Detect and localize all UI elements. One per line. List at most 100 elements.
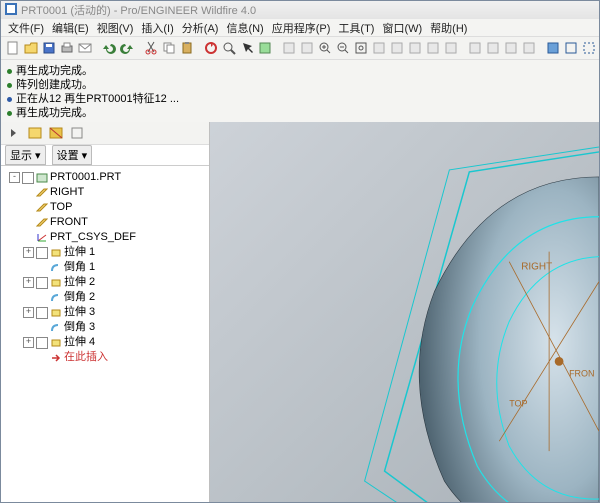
- menu-edit[interactable]: 编辑(E): [49, 20, 92, 36]
- tree-label: 在此插入: [64, 350, 108, 365]
- bullet-icon: [7, 83, 12, 88]
- menu-info[interactable]: 信息(N): [223, 20, 266, 36]
- message-line: 正在从12 再生PRT0001特征12 ...: [7, 92, 593, 106]
- window4-icon[interactable]: [521, 39, 537, 57]
- zoom-all-icon[interactable]: [353, 39, 369, 57]
- tree-node[interactable]: 在此插入: [3, 350, 207, 365]
- open-icon[interactable]: [23, 39, 39, 57]
- message-line: 阵列创建成功。: [7, 78, 593, 92]
- view-mgr-icon[interactable]: [443, 39, 459, 57]
- tree-show-icon[interactable]: [26, 124, 44, 142]
- shade-icon[interactable]: [545, 39, 561, 57]
- datum-label-front: FRON: [569, 368, 594, 378]
- spin-icon[interactable]: [371, 39, 387, 57]
- plane-icon: [36, 218, 48, 228]
- tree-label: FRONT: [50, 215, 88, 230]
- plane-icon: [36, 203, 48, 213]
- expander-icon[interactable]: +: [23, 277, 34, 288]
- menu-tool[interactable]: 工具(T): [335, 20, 377, 36]
- checkbox[interactable]: [22, 172, 34, 184]
- tree-node[interactable]: 倒角 1: [3, 260, 207, 275]
- tree-node[interactable]: +拉伸 4: [3, 335, 207, 350]
- menu-window[interactable]: 窗口(W): [379, 20, 425, 36]
- window-title: PRT0001 (活动的) - Pro/ENGINEER Wildfire 4.…: [21, 2, 256, 18]
- zoom-in-icon[interactable]: [317, 39, 333, 57]
- undo-icon[interactable]: [101, 39, 117, 57]
- tree-node[interactable]: FRONT: [3, 215, 207, 230]
- mail-icon[interactable]: [77, 39, 93, 57]
- tree-node[interactable]: + 拉伸 3: [3, 305, 207, 320]
- message-text: 再生成功完成。: [16, 64, 93, 78]
- expander-icon[interactable]: +: [23, 307, 34, 318]
- tree-label: TOP: [50, 200, 72, 215]
- copy-icon[interactable]: [161, 39, 177, 57]
- tree-node[interactable]: 倒角 2: [3, 290, 207, 305]
- pan-icon[interactable]: [389, 39, 405, 57]
- menu-analyze[interactable]: 分析(A): [179, 20, 222, 36]
- tree-node[interactable]: + 拉伸 1: [3, 245, 207, 260]
- select-icon[interactable]: [239, 39, 255, 57]
- tab-settings[interactable]: 设置 ▾: [52, 145, 93, 165]
- window3-icon[interactable]: [503, 39, 519, 57]
- zoom-out-icon[interactable]: [335, 39, 351, 57]
- expander-icon[interactable]: +: [23, 337, 34, 348]
- menu-help[interactable]: 帮助(H): [427, 20, 470, 36]
- tree-hide-icon[interactable]: [47, 124, 65, 142]
- window1-icon[interactable]: [467, 39, 483, 57]
- bullet-icon: [7, 97, 12, 102]
- measure-icon[interactable]: [299, 39, 315, 57]
- tree-label: 倒角 1: [64, 260, 95, 275]
- cut-icon[interactable]: [143, 39, 159, 57]
- tree-label: PRT_CSYS_DEF: [50, 230, 136, 245]
- checkbox[interactable]: [36, 247, 48, 259]
- regen-icon[interactable]: [203, 39, 219, 57]
- insert-icon: [50, 353, 62, 363]
- tree-node[interactable]: -PRT0001.PRT: [3, 170, 207, 185]
- checkbox[interactable]: [36, 307, 48, 319]
- expander-icon[interactable]: +: [23, 247, 34, 258]
- tree-node[interactable]: TOP: [3, 200, 207, 215]
- wireframe-icon[interactable]: [563, 39, 579, 57]
- menu-app[interactable]: 应用程序(P): [269, 20, 334, 36]
- layer-icon[interactable]: [425, 39, 441, 57]
- saved-view-icon[interactable]: [407, 39, 423, 57]
- expander-icon[interactable]: -: [9, 172, 20, 183]
- bullet-icon: [7, 69, 12, 74]
- message-text: 再生成功完成。: [16, 106, 93, 120]
- tree-label: 拉伸 1: [64, 245, 95, 260]
- refit-icon[interactable]: [281, 39, 297, 57]
- find-icon[interactable]: [221, 39, 237, 57]
- feat-icon: [50, 308, 62, 318]
- paste-icon[interactable]: [179, 39, 195, 57]
- filter-icon[interactable]: [257, 39, 273, 57]
- message-text: 正在从12 再生PRT0001特征12 ...: [16, 92, 179, 106]
- graphics-viewport[interactable]: RIGHT FRON TOP: [210, 122, 599, 502]
- tree-collapse-icon[interactable]: [5, 124, 23, 142]
- save-icon[interactable]: [41, 39, 57, 57]
- sidebar-toolbar: [1, 122, 209, 145]
- app-icon: [5, 3, 17, 18]
- hidden-icon[interactable]: [581, 39, 597, 57]
- print-icon[interactable]: [59, 39, 75, 57]
- checkbox[interactable]: [36, 277, 48, 289]
- plane-icon: [36, 188, 48, 198]
- tree-node[interactable]: RIGHT: [3, 185, 207, 200]
- redo-icon[interactable]: [119, 39, 135, 57]
- tree-label: 拉伸 3: [64, 305, 95, 320]
- tree-settings-icon[interactable]: [68, 124, 86, 142]
- window2-icon[interactable]: [485, 39, 501, 57]
- tree-node[interactable]: PRT_CSYS_DEF: [3, 230, 207, 245]
- tree-label: 倒角 3: [64, 320, 95, 335]
- tree-node[interactable]: +拉伸 2: [3, 275, 207, 290]
- menu-insert[interactable]: 插入(I): [138, 20, 176, 36]
- feat-icon: [50, 248, 62, 258]
- tab-show[interactable]: 显示 ▾: [5, 145, 46, 165]
- checkbox[interactable]: [36, 337, 48, 349]
- menu-view[interactable]: 视图(V): [94, 20, 137, 36]
- tree-node[interactable]: 倒角 3: [3, 320, 207, 335]
- model-tree[interactable]: -PRT0001.PRTRIGHTTOPFRONTPRT_CSYS_DEF+拉伸…: [1, 166, 209, 502]
- new-icon[interactable]: [5, 39, 21, 57]
- menu-file[interactable]: 文件(F): [5, 20, 47, 36]
- title-bar: PRT0001 (活动的) - Pro/ENGINEER Wildfire 4.…: [1, 1, 599, 19]
- part-icon: [36, 173, 48, 183]
